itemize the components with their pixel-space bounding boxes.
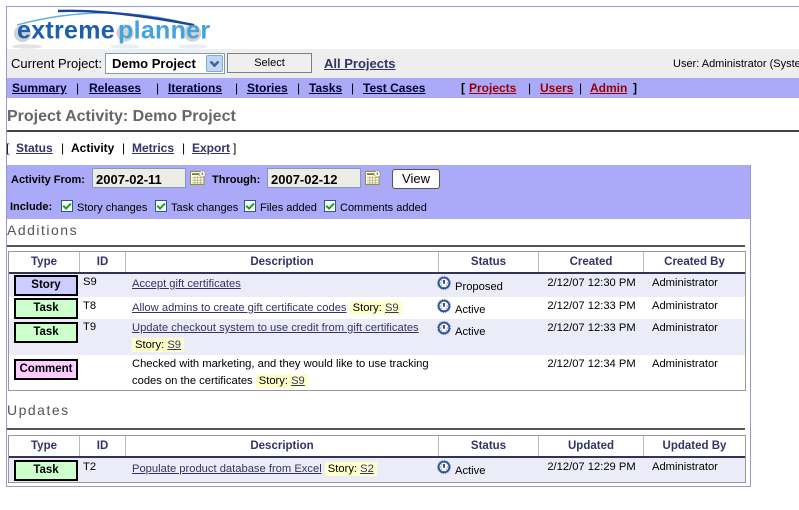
svg-text:planner: planner xyxy=(118,17,210,45)
svg-text:extreme: extreme xyxy=(17,17,115,45)
